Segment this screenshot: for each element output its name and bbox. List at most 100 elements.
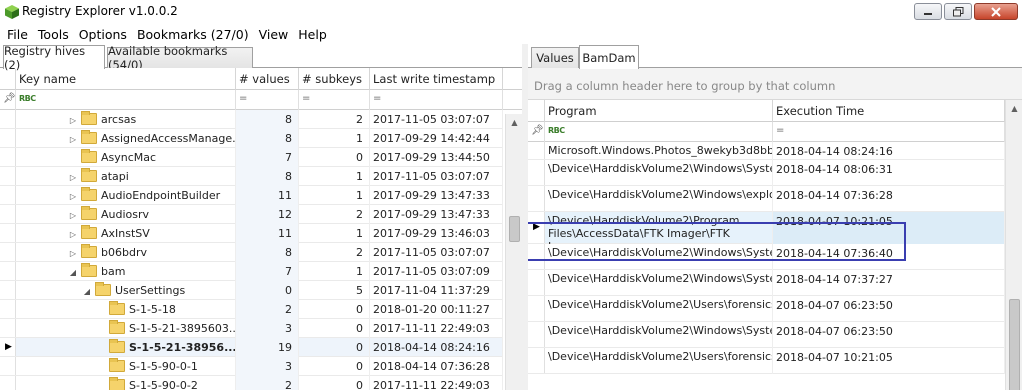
- bamdam-row[interactable]: \Device\HarddiskVolume2\Windows\System32…: [528, 322, 1005, 348]
- tree-key-cell[interactable]: S-1-5-90-0-2: [16, 376, 236, 390]
- left-tabstrip: Registry hives (2) Available bookmarks (…: [0, 44, 522, 72]
- menu-help[interactable]: Help: [293, 27, 332, 42]
- row-indicator: [528, 244, 545, 269]
- tab-values[interactable]: Values: [531, 47, 579, 68]
- tree-key-cell[interactable]: ▷ AxInstSV: [16, 224, 236, 243]
- header-last-write[interactable]: Last write timestamp: [370, 68, 503, 90]
- restore-button[interactable]: [944, 3, 972, 20]
- menu-bookmarks[interactable]: Bookmarks (27/0): [132, 27, 254, 42]
- tree-row[interactable]: ◢ bam 7 1 2017-11-05 03:07:09: [0, 262, 503, 281]
- filter-key-name[interactable]: RBC: [16, 90, 236, 110]
- tree-row[interactable]: ▷ AudioEndpointBuilder 11 1 2017-09-29 13:47…: [0, 186, 503, 205]
- filter-subkeys[interactable]: =: [299, 90, 370, 110]
- tree-row[interactable]: ◢ UserSettings 0 5 2017-11-04 11:37:29: [0, 281, 503, 300]
- expand-arrow-icon[interactable]: ▷: [68, 211, 78, 220]
- folder-icon: [81, 244, 97, 258]
- menu-file[interactable]: File: [2, 27, 33, 42]
- tree-row[interactable]: ▷ b06bdrv 8 2 2017-11-05 03:07:07: [0, 243, 503, 262]
- filter-program[interactable]: RBC: [545, 122, 773, 142]
- header-values[interactable]: # values: [236, 68, 299, 90]
- bamdam-row[interactable]: Microsoft.Windows.Photos_8wekyb3d8bbwe 20…: [528, 142, 1005, 160]
- tree-row[interactable]: S-1-5-90-0-2 2 0 2017-11-11 22:49:03: [0, 376, 503, 390]
- expand-arrow-icon[interactable]: ▷: [68, 135, 78, 144]
- tree-key-cell[interactable]: AsyncMac: [16, 148, 236, 167]
- filter-execution-time[interactable]: =: [773, 122, 1005, 142]
- minimize-icon: [924, 12, 932, 15]
- last-write-timestamp: 2017-09-29 14:42:44: [370, 129, 503, 148]
- filter-last-write[interactable]: =: [370, 90, 503, 110]
- tree-row[interactable]: S-1-5-18 2 0 2018-01-20 00:11:27: [0, 300, 503, 319]
- menu-options[interactable]: Options: [74, 27, 132, 42]
- expand-arrow-icon[interactable]: ▷: [68, 249, 78, 258]
- bamdam-row[interactable]: \Device\HarddiskVolume2\Windows\System32…: [528, 270, 1005, 296]
- minimize-button[interactable]: [914, 3, 942, 20]
- tree-key-cell[interactable]: S-1-5-90-0-1: [16, 357, 236, 376]
- close-button[interactable]: [974, 3, 1018, 20]
- subkeys-count: 1: [299, 224, 370, 243]
- tab-bamdam[interactable]: BamDam: [579, 45, 639, 69]
- tree-key-cell[interactable]: ▷ AudioEndpointBuilder: [16, 186, 236, 205]
- row-indicator: [0, 148, 16, 166]
- values-count: 7: [236, 262, 299, 281]
- scroll-up-icon[interactable]: ▲: [1006, 100, 1022, 117]
- expand-arrow-icon[interactable]: ▷: [68, 116, 78, 125]
- subkeys-count: 2: [299, 205, 370, 224]
- bamdam-row[interactable]: \Device\HarddiskVolume2\Windows\explorer…: [528, 186, 1005, 212]
- header-subkeys[interactable]: # subkeys: [299, 68, 370, 90]
- row-indicator: ▶: [0, 338, 16, 356]
- subkeys-count: 0: [299, 148, 370, 167]
- tree-key-cell[interactable]: ▷ b06bdrv: [16, 243, 236, 262]
- filter-values[interactable]: =: [236, 90, 299, 110]
- tree-vertical-scrollbar[interactable]: ▲: [505, 114, 522, 390]
- tree-key-label: S-1-5-21-38956...: [129, 341, 236, 354]
- header-program[interactable]: Program: [545, 100, 773, 122]
- tree-row[interactable]: ▶ S-1-5-21-38956... 19 0 2018-04-14 08:24:16: [0, 338, 503, 357]
- subkeys-count: 0: [299, 319, 370, 338]
- menu-tools[interactable]: Tools: [33, 27, 74, 42]
- tree-row[interactable]: ▷ AssignedAccessManage... 8 1 2017-09-29 14:…: [0, 129, 503, 148]
- row-indicator: [528, 322, 545, 347]
- tree-row[interactable]: S-1-5-90-0-1 3 0 2018-04-14 07:36:28: [0, 357, 503, 376]
- collapse-arrow-icon[interactable]: ◢: [68, 268, 78, 277]
- tree-row[interactable]: ▷ AxInstSV 11 1 2017-09-29 13:46:03: [0, 224, 503, 243]
- tree-key-cell[interactable]: ◢ UserSettings: [16, 281, 236, 300]
- header-execution-time[interactable]: Execution Time: [773, 100, 1005, 122]
- tree-key-cell[interactable]: ▷ Audiosrv: [16, 205, 236, 224]
- tree-row[interactable]: AsyncMac 7 0 2017-09-29 13:44:50: [0, 148, 503, 167]
- bamdam-vertical-scrollbar[interactable]: ▲: [1005, 100, 1022, 390]
- tree-row[interactable]: ▷ arcsas 8 2 2017-11-05 03:07:07: [0, 110, 503, 129]
- tree-key-label: S-1-5-21-3895603...: [129, 322, 236, 335]
- expand-arrow-icon[interactable]: ▷: [68, 173, 78, 182]
- folder-icon: [109, 377, 125, 390]
- bamdam-row[interactable]: \Device\HarddiskVolume2\Users\forensics\…: [528, 348, 1005, 374]
- tree-key-cell[interactable]: S-1-5-21-38956...: [16, 338, 236, 357]
- tree-key-cell[interactable]: S-1-5-18: [16, 300, 236, 319]
- bamdam-scroll-thumb[interactable]: [1009, 299, 1020, 390]
- tree-row[interactable]: ▷ Audiosrv 12 2 2017-09-29 13:47:33: [0, 205, 503, 224]
- values-count: 3: [236, 319, 299, 338]
- tree-row[interactable]: ▷ atapi 8 1 2017-11-05 03:07:07: [0, 167, 503, 186]
- bamdam-row[interactable]: \Device\HarddiskVolume2\Windows\System32…: [528, 244, 1005, 270]
- tree-key-cell[interactable]: ▷ arcsas: [16, 110, 236, 129]
- group-by-panel[interactable]: Drag a column header here to group by th…: [528, 68, 1022, 100]
- tree-key-cell[interactable]: S-1-5-21-3895603...: [16, 319, 236, 338]
- menu-view[interactable]: View: [254, 27, 294, 42]
- bamdam-row[interactable]: \Device\HarddiskVolume2\Users\forensics\…: [528, 296, 1005, 322]
- tab-registry-hives[interactable]: Registry hives (2): [3, 44, 105, 72]
- tree-key-cell[interactable]: ▷ AssignedAccessManage...: [16, 129, 236, 148]
- equals-filter-icon: =: [776, 125, 785, 136]
- row-indicator: [0, 319, 16, 337]
- tree-key-cell[interactable]: ▷ atapi: [16, 167, 236, 186]
- collapse-arrow-icon[interactable]: ◢: [82, 287, 92, 296]
- tree-key-label: S-1-5-90-0-2: [129, 379, 198, 390]
- bamdam-row[interactable]: \Device\HarddiskVolume2\Windows\System32…: [528, 160, 1005, 186]
- subkeys-count: 5: [299, 281, 370, 300]
- tree-scroll-thumb[interactable]: [509, 216, 520, 242]
- expand-arrow-icon[interactable]: ▷: [68, 230, 78, 239]
- tree-key-cell[interactable]: ◢ bam: [16, 262, 236, 281]
- bamdam-row[interactable]: ▶ \Device\HarddiskVolume2\Program Files\A…: [528, 212, 1005, 244]
- tab-available-bookmarks[interactable]: Available bookmarks (54/0): [107, 44, 253, 72]
- scroll-up-icon[interactable]: ▲: [506, 114, 522, 131]
- tree-row[interactable]: S-1-5-21-3895603... 3 0 2017-11-11 22:49:03: [0, 319, 503, 338]
- expand-arrow-icon[interactable]: ▷: [68, 192, 78, 201]
